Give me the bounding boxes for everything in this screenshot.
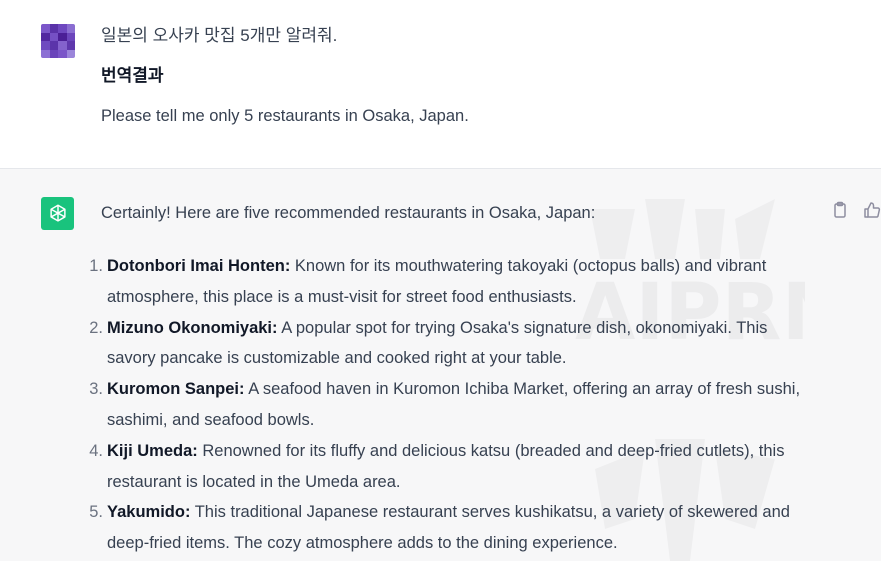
user-avatar (41, 24, 75, 58)
user-question: 일본의 오사카 맛집 5개만 알려줘. (101, 26, 338, 45)
chatgpt-logo-icon (41, 197, 74, 230)
list-item: 4. Kiji Umeda: Renowned for its fluffy a… (89, 436, 807, 498)
list-number: 2. (89, 318, 103, 337)
restaurant-name: Kuromon Sanpei: (107, 380, 245, 399)
assistant-message: AIPRM Certainly! Here are five recommend… (0, 169, 881, 561)
list-number: 5. (89, 503, 103, 522)
restaurant-name: Dotonbori Imai Honten: (107, 257, 291, 275)
restaurant-list: 1. Dotonbori Imai Honten: Known for its … (89, 251, 807, 559)
list-number: 4. (89, 441, 103, 460)
assistant-intro: Certainly! Here are five recommended res… (101, 204, 596, 222)
restaurant-description: Renowned for its fluffy and delicious ka… (107, 441, 785, 491)
restaurant-name: Yakumido: (107, 503, 191, 522)
message-actions (831, 201, 881, 219)
translation-heading: 번역결과 (101, 66, 164, 85)
list-item: 1. Dotonbori Imai Honten: Known for its … (89, 251, 807, 313)
list-item: 5. Yakumido: This traditional Japanese r… (89, 497, 807, 559)
list-item: 2. Mizuno Okonomiyaki: A popular spot fo… (89, 313, 807, 375)
thumbs-up-icon[interactable] (863, 201, 881, 219)
restaurant-name: Kiji Umeda: (107, 441, 198, 460)
list-number: 1. (89, 257, 103, 275)
restaurant-name: Mizuno Okonomiyaki: (107, 318, 278, 337)
clipboard-icon[interactable] (831, 201, 849, 219)
list-item: 3. Kuromon Sanpei: A seafood haven in Ku… (89, 374, 807, 436)
restaurant-description: This traditional Japanese restaurant ser… (107, 503, 790, 553)
list-number: 3. (89, 380, 103, 399)
user-message: 일본의 오사카 맛집 5개만 알려줘. 번역결과 Please tell me … (0, 0, 881, 169)
translation-text: Please tell me only 5 restaurants in Osa… (101, 107, 469, 125)
